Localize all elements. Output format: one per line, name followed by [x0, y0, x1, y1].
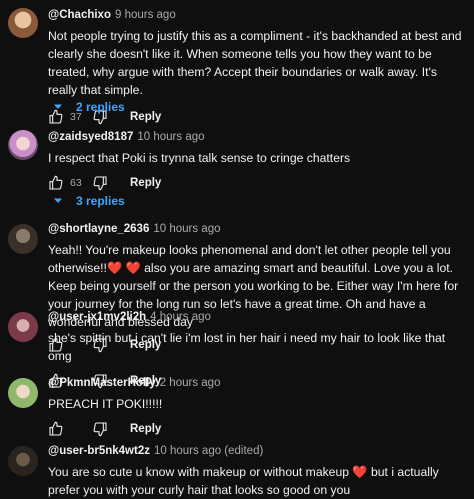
comment-time[interactable]: 10 hours ago: [153, 223, 220, 235]
comment-author[interactable]: @Chachixo: [48, 9, 111, 21]
avatar[interactable]: [8, 378, 38, 408]
avatar[interactable]: [8, 446, 38, 476]
comment-text: she's spittin but i can't lie i'm lost i…: [48, 331, 446, 363]
heart-emoji: ❤️ ❤️: [106, 261, 141, 275]
avatar[interactable]: [8, 8, 38, 38]
comment-time[interactable]: 4 hours ago: [150, 311, 211, 323]
reply-button[interactable]: Reply: [130, 423, 161, 435]
avatar[interactable]: [8, 312, 38, 342]
thumbs-up-icon[interactable]: [48, 175, 64, 191]
heart-emoji: ❤️: [352, 465, 368, 479]
comment-author[interactable]: @PkmnMasterHolly: [48, 377, 156, 389]
comment-author[interactable]: @user-jx1mv2li2h: [48, 311, 146, 323]
chevron-down-icon: [54, 198, 62, 203]
comment-text: I respect that Poki is trynna talk sense…: [48, 151, 351, 165]
comment-author[interactable]: @shortlayne_2636: [48, 223, 149, 235]
comment-time[interactable]: 9 hours ago: [115, 9, 176, 21]
avatar[interactable]: [8, 224, 38, 254]
comment-author[interactable]: @zaidsyed8187: [48, 131, 133, 143]
thumbs-down-icon[interactable]: [92, 175, 108, 191]
replies-label: 2 replies: [76, 100, 125, 114]
comment-text: PREACH IT POKI!!!!!: [48, 397, 163, 411]
reply-button[interactable]: Reply: [130, 177, 161, 189]
comment-text: Not people trying to justify this as a c…: [48, 29, 462, 97]
avatar[interactable]: [8, 130, 38, 160]
thumbs-up-icon[interactable]: [48, 421, 64, 437]
thumbs-down-icon[interactable]: [92, 421, 108, 437]
comment-time[interactable]: 10 hours ago: [137, 131, 204, 143]
reply-button[interactable]: Reply: [130, 111, 161, 123]
comment-author[interactable]: @user-br5nk4wt2z: [48, 445, 150, 457]
comment-text: You are so cute u know with makeup or wi…: [48, 465, 439, 497]
like-count: 63: [70, 177, 82, 189]
comment-time[interactable]: 2 hours ago: [160, 377, 221, 389]
view-replies-button[interactable]: 3 replies: [52, 194, 125, 208]
comment-time[interactable]: 10 hours ago (edited): [154, 445, 263, 457]
replies-label: 3 replies: [76, 194, 125, 208]
chevron-down-icon: [54, 104, 62, 109]
view-replies-button[interactable]: 2 replies: [52, 100, 125, 114]
